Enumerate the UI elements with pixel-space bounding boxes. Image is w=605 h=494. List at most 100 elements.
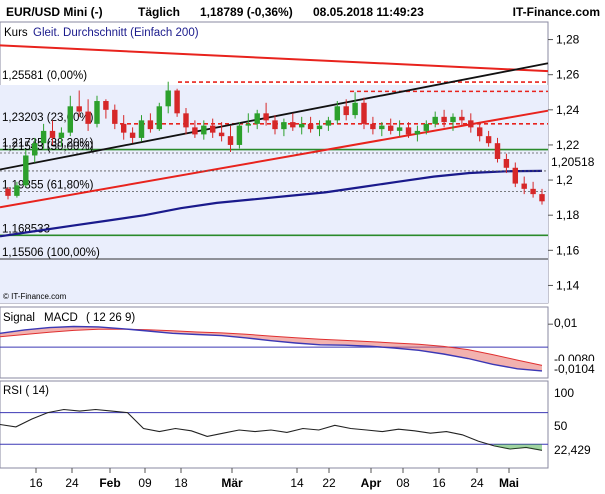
quote-label: 1,18789 (-0,36%) bbox=[200, 5, 293, 19]
candle-body bbox=[138, 120, 145, 138]
price-tick-label: 1,18 bbox=[556, 208, 580, 222]
price-tick-label: 1,2 bbox=[556, 173, 573, 187]
candle-body bbox=[129, 132, 136, 138]
fib-label: 1,15506 (100,00%) bbox=[2, 247, 100, 259]
candle-body bbox=[112, 109, 118, 124]
candle-body bbox=[325, 120, 332, 126]
candle-body bbox=[423, 123, 430, 131]
candle-body bbox=[263, 113, 269, 121]
x-tick-label: 08 bbox=[396, 476, 410, 490]
eurusd-chart: EUR/USD Mini (-) Täglich 1,18789 (-0,36%… bbox=[0, 0, 605, 490]
candle-body bbox=[85, 111, 91, 124]
candle-body bbox=[156, 106, 163, 130]
candle-body bbox=[14, 185, 20, 196]
price-tick-label: 1,24 bbox=[556, 103, 580, 117]
x-tick-label: Apr bbox=[361, 476, 382, 490]
last-price-label: 1,20518 bbox=[551, 155, 595, 169]
candle-body bbox=[441, 116, 447, 123]
candle-body bbox=[67, 106, 74, 133]
rsi-tick-100: 100 bbox=[554, 386, 574, 400]
candle-body bbox=[254, 113, 260, 124]
candle-body bbox=[192, 127, 198, 135]
price-tick-label: 1,28 bbox=[556, 33, 580, 47]
price-panel: 1,25581 (0,00%)1,23203 (23,60%)1,21735 (… bbox=[0, 21, 604, 304]
x-tick-label: 24 bbox=[470, 476, 484, 490]
candle-body bbox=[521, 183, 527, 189]
x-tick-label: Mär bbox=[221, 476, 243, 490]
candle-body bbox=[94, 101, 100, 124]
rsi-value: 22,429 bbox=[554, 443, 591, 457]
x-tick-label: 18 bbox=[174, 476, 188, 490]
x-tick-label: 16 bbox=[29, 476, 43, 490]
price-tick-label: 1,26 bbox=[556, 68, 580, 82]
header-bar: EUR/USD Mini (-) Täglich 1,18789 (-0,36%… bbox=[0, 0, 605, 22]
legend-ma: Gleit. Durchschnitt (Einfach 200) bbox=[33, 27, 199, 39]
macd-params: ( 12 26 9) bbox=[86, 312, 135, 324]
candle-body bbox=[40, 130, 47, 144]
candle-body bbox=[316, 125, 323, 130]
candle-body bbox=[503, 158, 510, 168]
x-tick-label: 24 bbox=[65, 476, 79, 490]
candle-body bbox=[23, 155, 29, 186]
candle-body bbox=[183, 113, 189, 128]
brand-label: IT-Finance.com bbox=[513, 5, 600, 19]
macd-signal-legend: Signal bbox=[3, 312, 35, 324]
candle-body bbox=[530, 188, 536, 195]
candle-body bbox=[58, 132, 65, 138]
candle-body bbox=[405, 127, 412, 135]
source-note: © IT-Finance.com bbox=[3, 292, 67, 301]
candle-body bbox=[539, 194, 545, 202]
candle-body bbox=[147, 120, 154, 130]
candle-body bbox=[370, 123, 376, 130]
candle-body bbox=[450, 116, 456, 123]
candle-body bbox=[361, 102, 367, 124]
candle-body bbox=[468, 120, 474, 128]
candle-body bbox=[494, 143, 501, 159]
interval-label: Täglich bbox=[138, 5, 180, 19]
candle-body bbox=[290, 122, 296, 128]
candle-body bbox=[31, 143, 38, 156]
candle-body bbox=[343, 106, 349, 116]
candle-body bbox=[272, 120, 278, 130]
candle-body bbox=[387, 125, 394, 131]
candle-body bbox=[245, 123, 252, 126]
candle-body bbox=[396, 127, 403, 131]
price-tick-label: 1,22 bbox=[556, 138, 580, 152]
candle-body bbox=[459, 116, 465, 121]
candle-body bbox=[120, 123, 127, 133]
candle-body bbox=[227, 136, 234, 145]
x-tick-label: Feb bbox=[99, 476, 120, 490]
candle-body bbox=[49, 130, 56, 138]
macd-panel: Signal MACD ( 12 26 9) 0,01 -0,0080 -0,0… bbox=[0, 306, 603, 379]
fib-label: 1,25581 (0,00%) bbox=[2, 70, 87, 82]
x-tick-label: 14 bbox=[290, 476, 304, 490]
candle-body bbox=[432, 116, 438, 124]
timestamp: 08.05.2018 11:49:23 bbox=[313, 5, 424, 19]
candle-body bbox=[76, 106, 82, 112]
candle-body bbox=[209, 125, 216, 133]
candle-body bbox=[281, 122, 287, 130]
candle-body bbox=[165, 90, 171, 107]
rsi-panel: RSI ( 14) 100 50 22,429 bbox=[0, 380, 591, 469]
price-tick-label: 1,14 bbox=[556, 278, 580, 292]
candle-body bbox=[103, 101, 109, 110]
fib-label: 1,23203 (23,60%) bbox=[2, 112, 94, 124]
candle-body bbox=[5, 188, 11, 196]
price-tick-label: 1,16 bbox=[556, 243, 580, 257]
rsi-tick-50: 50 bbox=[554, 419, 568, 433]
candle-body bbox=[352, 102, 358, 116]
macd-legend: MACD bbox=[44, 312, 78, 324]
candle-body bbox=[334, 106, 341, 121]
x-tick-label: 16 bbox=[432, 476, 446, 490]
candle-body bbox=[379, 125, 385, 130]
candle-body bbox=[485, 136, 492, 144]
fib-label: 1,21543 (50,00%) bbox=[2, 141, 94, 153]
candle-body bbox=[236, 125, 243, 145]
legend-kurs: Kurs bbox=[4, 27, 28, 39]
candle-body bbox=[307, 123, 314, 130]
macd-value: -0,0104 bbox=[554, 362, 595, 376]
x-tick-label: 09 bbox=[138, 476, 152, 490]
candle-body bbox=[512, 167, 519, 184]
candle-body bbox=[218, 132, 225, 137]
candle-body bbox=[298, 123, 305, 128]
